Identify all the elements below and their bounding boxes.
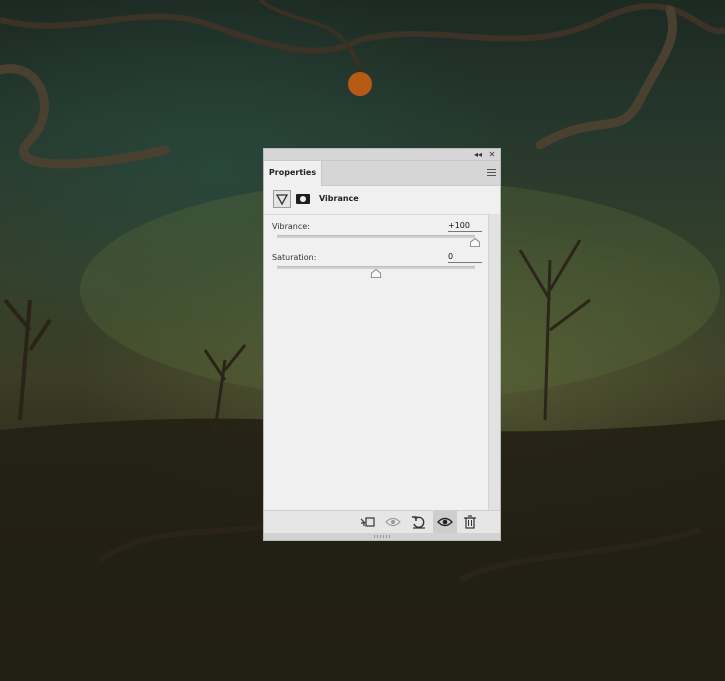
- panel-menu-icon[interactable]: [487, 169, 496, 177]
- panel-bottom-toolbar: [264, 510, 500, 533]
- view-previous-state-icon[interactable]: [385, 515, 401, 529]
- vine-top: [258, 0, 362, 71]
- vibrance-value-field[interactable]: +100: [448, 221, 482, 232]
- clip-to-layer-icon[interactable]: [360, 515, 376, 529]
- snake-left: [0, 64, 170, 169]
- collapse-icon[interactable]: ◂◂: [472, 149, 484, 160]
- saturation-label: Saturation:: [272, 253, 317, 262]
- vibrance-slider-track[interactable]: [277, 235, 475, 238]
- close-icon[interactable]: ✕: [486, 149, 498, 160]
- tree-left: [3, 298, 52, 421]
- panel-resize-grip[interactable]: [264, 533, 500, 540]
- panel-titlebar: ◂◂ ✕: [264, 149, 500, 161]
- adjustment-header: Vibrance: [264, 186, 500, 215]
- trash-icon[interactable]: [462, 515, 478, 529]
- vibrance-slider-thumb[interactable]: [470, 238, 480, 247]
- adjustment-title: Vibrance: [319, 194, 359, 203]
- panel-scrollbar[interactable]: [488, 214, 500, 510]
- saturation-slider-thumb[interactable]: [371, 269, 381, 278]
- tab-properties[interactable]: Properties: [264, 161, 322, 186]
- vibrance-label: Vibrance:: [272, 222, 310, 231]
- vibrance-triangle-icon-glyph: [275, 194, 289, 206]
- properties-content: Vibrance: +100 Saturation: 0: [264, 214, 487, 510]
- panel-tabbar: Properties: [264, 161, 500, 186]
- visibility-eye-icon[interactable]: [437, 515, 453, 529]
- properties-panel: ◂◂ ✕ Properties Vibrance Vibrance: +100 …: [263, 148, 501, 541]
- vibrance-triangle-icon[interactable]: [273, 190, 291, 208]
- snake-right: [535, 5, 678, 150]
- apple: [348, 72, 372, 96]
- layer-mask-icon[interactable]: [296, 194, 310, 204]
- reset-icon[interactable]: [411, 515, 427, 529]
- saturation-value-field[interactable]: 0: [448, 252, 482, 263]
- grip-dots: [374, 535, 390, 538]
